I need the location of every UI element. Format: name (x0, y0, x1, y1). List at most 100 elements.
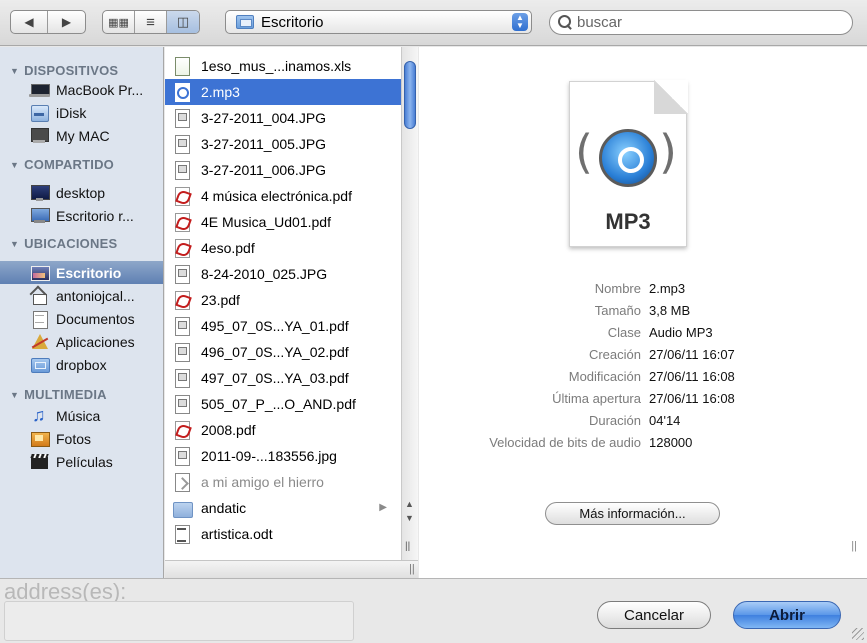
sidebar-section-header[interactable]: ▼ COMPARTIDO (0, 153, 114, 176)
preview-pane: ( ) MP3 Nombre 2.mp3 Tamaño 3,8 MB Clase Audi… (419, 47, 867, 578)
file-list-scrollbar[interactable]: ▲ ▼ || (401, 47, 418, 578)
column-resize-handle-icon[interactable]: || (409, 563, 415, 575)
info-row: Modificación 27/06/11 16:08 (419, 365, 867, 387)
file-row[interactable]: 3-27-2011_004.JPG (165, 105, 403, 131)
sidebar-item[interactable]: iDisk (0, 101, 163, 124)
scroll-down-arrow-icon[interactable]: ▼ (405, 513, 414, 523)
sidebar-item[interactable]: MacBook Pr... (0, 78, 163, 101)
file-row[interactable]: 23.pdf (165, 287, 403, 313)
search-input[interactable] (577, 14, 837, 31)
pdf-file-icon (173, 238, 191, 258)
column-resize-handle-icon[interactable]: || (851, 540, 857, 552)
applications-icon (30, 333, 49, 350)
info-row: Creación 27/06/11 16:07 (419, 343, 867, 365)
file-row[interactable]: 497_07_0S...YA_03.pdf (165, 365, 403, 391)
column-view-button[interactable]: ◫ (167, 11, 199, 33)
file-row[interactable]: 2.mp3 (165, 79, 403, 105)
info-key: Nombre (594, 280, 641, 296)
sidebar-item-label: antoniojcal... (56, 287, 135, 304)
sidebar-item[interactable]: Documentos (0, 307, 163, 330)
file-row[interactable]: 4E Musica_Ud01.pdf (165, 209, 403, 235)
open-file-dialog: ◀ ▶ ▦▦ ≡ ◫ Escritorio ▲▼ ▼DISPOSITIVOSMa… (0, 0, 867, 643)
horizontal-scrollbar[interactable]: || (165, 560, 418, 578)
sidebar-item[interactable]: Escritorio (0, 261, 163, 284)
file-row[interactable]: 3-27-2011_006.JPG (165, 157, 403, 183)
sidebar-item[interactable]: Aplicaciones (0, 330, 163, 353)
sidebar-section-title: COMPARTIDO (24, 157, 114, 172)
sidebar-section-header[interactable]: ▼ UBICACIONES (0, 232, 117, 255)
more-info-button[interactable]: Más información... (545, 502, 720, 525)
jpg-file-icon (173, 368, 191, 388)
file-row[interactable]: artistica.odt (165, 521, 403, 547)
info-key: Tamaño (594, 302, 641, 318)
file-row[interactable]: 496_07_0S...YA_02.pdf (165, 339, 403, 365)
info-key: Modificación (568, 368, 641, 384)
folder-icon (236, 15, 254, 29)
sidebar-item-label: Aplicaciones (56, 333, 135, 350)
sidebar-item[interactable]: Fotos (0, 427, 163, 450)
jpg-file-icon (173, 160, 191, 180)
file-name: 4 música electrónica.pdf (201, 188, 352, 204)
file-name: 2011-09-...183556.jpg (201, 448, 337, 464)
back-button[interactable]: ◀ (11, 11, 49, 33)
file-name: 2008.pdf (201, 422, 256, 438)
sidebar-item[interactable]: Música (0, 404, 163, 427)
sidebar-item[interactable]: antoniojcal... (0, 284, 163, 307)
sidebar-item[interactable]: My MAC (0, 124, 163, 147)
icon-view-button[interactable]: ▦▦ (103, 11, 135, 33)
location-popup[interactable]: Escritorio ▲ ▼ (225, 10, 532, 34)
column-resize-handle-icon[interactable]: || (405, 541, 410, 552)
mac-icon (30, 127, 49, 144)
list-icon: ≡ (146, 13, 155, 31)
file-row[interactable]: 505_07_P_...O_AND.pdf (165, 391, 403, 417)
forward-arrow-icon: ▶ (61, 15, 72, 29)
file-row[interactable]: 2011-09-...183556.jpg (165, 443, 403, 469)
info-key: Clase (607, 324, 641, 340)
search-icon (558, 14, 574, 31)
file-row[interactable]: a mi amigo el hierro (165, 469, 403, 495)
file-row[interactable]: 4 música electrónica.pdf (165, 183, 403, 209)
pdf-file-icon (173, 420, 191, 440)
info-key: Velocidad de bits de audio (489, 434, 641, 450)
sidebar-item[interactable]: desktop (0, 181, 163, 204)
folder-icon (30, 356, 50, 373)
sidebar-section-header[interactable]: ▼ MULTIMEDIA (0, 383, 107, 406)
alias-file-icon (173, 472, 191, 492)
file-row[interactable]: 4eso.pdf (165, 235, 403, 261)
sidebar-item-label: Escritorio (56, 264, 122, 281)
file-name: 495_07_0S...YA_01.pdf (201, 318, 349, 334)
sidebar-item[interactable]: dropbox (0, 353, 163, 376)
cancel-button[interactable]: Cancelar (597, 601, 711, 629)
sidebar-item[interactable]: Escritorio r... (0, 204, 163, 227)
odt-file-icon (173, 524, 191, 544)
file-row[interactable]: 1eso_mus_...inamos.xls (165, 53, 403, 79)
disclosure-triangle-icon: ▼ (10, 238, 20, 249)
sidebar-item[interactable]: Películas (0, 450, 163, 473)
sidebar-item-label: Películas (56, 453, 113, 470)
pdf-file-icon (173, 212, 191, 232)
open-button[interactable]: Abrir (733, 601, 841, 629)
file-row[interactable]: 2008.pdf (165, 417, 403, 443)
sidebar: ▼ DISPOSITIVOS MacBook Pr... iDisk My MAC ▼ CO… (0, 47, 164, 578)
file-row[interactable]: 8-24-2010_025.JPG (165, 261, 403, 287)
sidebar-section-title: MULTIMEDIA (24, 387, 107, 402)
scroll-up-arrow-icon[interactable]: ▲ (405, 499, 414, 509)
file-format-label: MP3 (605, 209, 651, 234)
file-row[interactable]: andatic ▶ (165, 495, 403, 521)
file-name: 496_07_0S...YA_02.pdf (201, 344, 349, 360)
scroll-thumb[interactable] (404, 61, 416, 129)
sidebar-item-label: iDisk (56, 104, 87, 121)
laptop-icon (29, 81, 50, 98)
info-value: Audio MP3 (649, 324, 713, 340)
resize-grip-icon[interactable] (852, 628, 864, 640)
sidebar-section-title: DISPOSITIVOS (24, 63, 119, 78)
file-row[interactable]: 3-27-2011_005.JPG (165, 131, 403, 157)
info-value: 04'14 (649, 412, 681, 428)
forward-button[interactable]: ▶ (48, 11, 85, 33)
file-row[interactable]: 495_07_0S...YA_01.pdf (165, 313, 403, 339)
quicktime-icon (599, 129, 657, 187)
info-key: Última apertura (552, 390, 641, 406)
list-view-button[interactable]: ≡ (135, 11, 167, 33)
jpg-file-icon (173, 264, 191, 284)
sound-wave-icon: ) (659, 125, 677, 179)
